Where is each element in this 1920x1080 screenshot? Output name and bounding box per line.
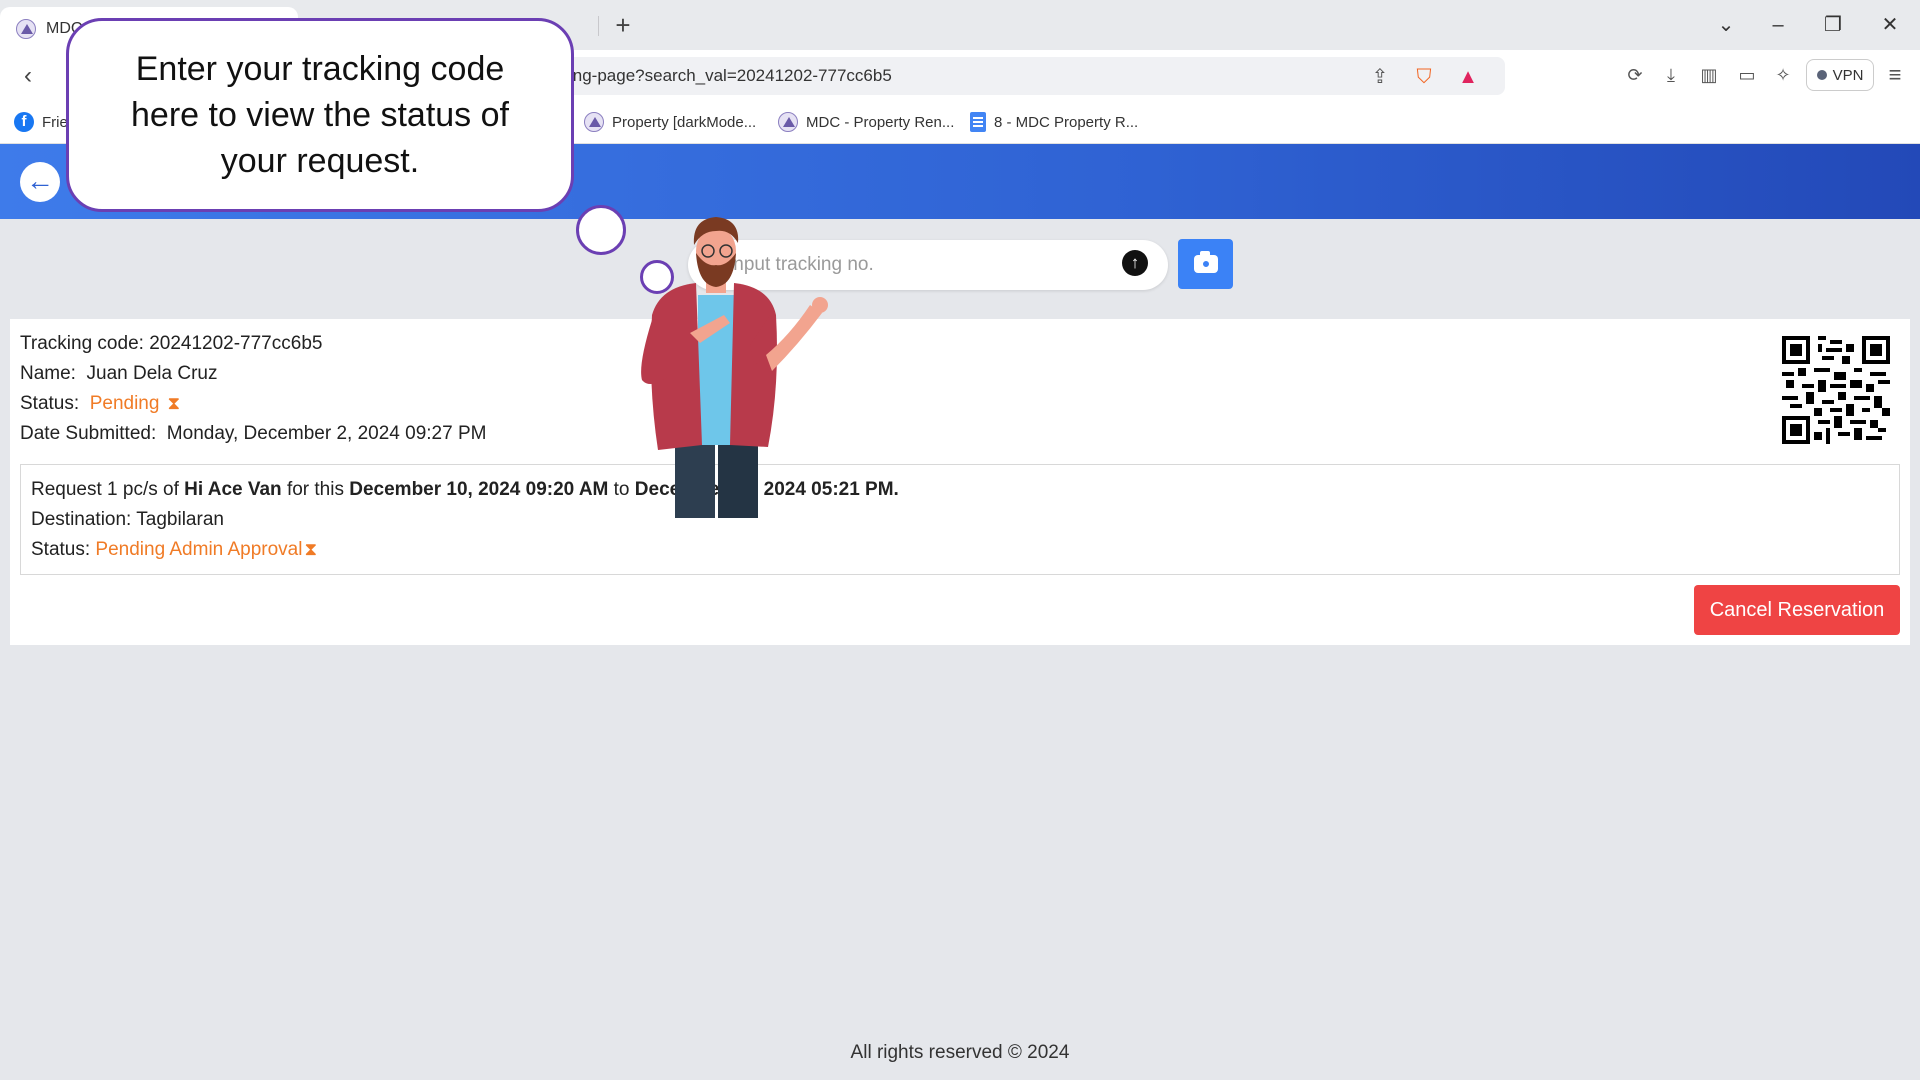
url-text: cking-page?search_val=20241202-777cc6b5 [552,66,892,85]
request-status-label: Status: [31,539,96,560]
bookmark-label: MDC - Property Ren... [806,113,955,131]
mdc-logo-icon [16,18,36,39]
new-tab-icon[interactable]: + [608,9,638,41]
request-prefix: Request 1 pc/s of [31,479,185,500]
camera-icon-lens [1201,259,1211,269]
leo-icon[interactable]: ⟳ [1620,60,1650,90]
sidebar-icon[interactable]: ▥ [1694,60,1724,90]
mdc-logo-icon [778,112,798,132]
date-submitted-label: Date Submitted: [20,423,167,444]
tracking-result-card: Tracking code: 20241202-777cc6b5 Name: J… [10,319,1910,645]
bookmark-label: Frie [42,113,68,131]
tab-list-icon[interactable]: ⌄ [1706,10,1746,40]
guide-character-illustration [641,217,828,518]
brave-rewards-icon[interactable]: ▲ [1454,63,1482,91]
hourglass-icon: ⧗ [304,539,318,559]
bookmark-item[interactable]: Property [darkMode... [584,110,756,134]
menu-icon[interactable]: ≡ [1880,60,1910,90]
footer-copyright: All rights reserved © 2024 [850,1042,1070,1063]
share-icon[interactable]: ⇪ [1366,63,1394,91]
browser-back-icon[interactable]: ‹ [12,60,44,92]
request-for-this: for this [281,479,350,500]
date-submitted-row: Date Submitted: Monday, December 2, 2024… [20,423,486,445]
vpn-status-icon [1816,70,1827,80]
destination-row: Destination: Tagbilaran [31,509,224,531]
wallet-icon[interactable]: ▭ [1732,60,1762,90]
request-status-value: Pending Admin Approval [95,539,303,560]
vpn-button[interactable]: VPN [1806,59,1874,91]
back-arrow-icon[interactable]: ← [20,162,60,202]
restore-icon[interactable]: ❐ [1813,10,1853,40]
tracking-code-label: Tracking code: [20,333,150,354]
cancel-reservation-button[interactable]: Cancel Reservation [1694,585,1900,635]
destination-label: Destination: [31,509,137,530]
date-submitted-value: Monday, December 2, 2024 09:27 PM [166,423,487,444]
tutorial-speech-bubble: Enter your tracking code here to view th… [66,18,574,212]
tracking-code-row: Tracking code: 20241202-777cc6b5 [20,333,322,355]
hourglass-icon: ⧗ [167,393,181,413]
bookmark-item[interactable]: MDC - Property Ren... [778,110,954,134]
bookmark-item[interactable]: 8 - MDC Property R... [970,110,1138,134]
vpn-label: VPN [1832,66,1864,84]
tracking-code-value: 20241202-777cc6b5 [149,333,323,354]
request-item: Hi Ace Van [184,479,282,500]
download-icon[interactable]: ⤓ [1656,60,1686,90]
request-details-box: Request 1 pc/s of Hi Ace Van for this De… [20,464,1900,575]
destination-value: Tagbilaran [136,509,224,530]
status-row: Status: Pending ⧗ [20,393,180,415]
qr-code [1782,336,1890,444]
bookmark-item[interactable]: f Frie [14,110,68,134]
scan-qr-button[interactable] [1178,239,1233,289]
brave-shield-icon[interactable]: ⛉ [1410,63,1438,91]
submit-arrow-icon[interactable]: ↑ [1122,250,1148,276]
google-docs-icon [970,112,986,132]
close-icon[interactable]: ✕ [1870,10,1910,40]
speech-bubble-tail-large [576,205,626,255]
name-label: Name: [20,363,87,384]
tutorial-bubble-text: Enter your tracking code here to view th… [131,50,509,180]
bookmark-label: 8 - MDC Property R... [994,113,1139,131]
request-status-row: Status: Pending Admin Approval ⧗ [31,539,317,561]
request-start-datetime: December 10, 2024 09:20 AM [349,479,609,500]
status-label: Status: [20,393,90,414]
ai-sparkle-icon[interactable]: ✧ [1768,60,1798,90]
name-row: Name: Juan Dela Cruz [20,363,217,385]
minimize-icon[interactable]: – [1758,10,1798,40]
tab-separator [598,16,599,36]
mdc-logo-icon [584,112,604,132]
status-value: Pending [89,393,160,414]
name-value: Juan Dela Cruz [86,363,218,384]
bookmark-label: Property [darkMode... [612,113,757,131]
facebook-icon: f [14,112,34,132]
